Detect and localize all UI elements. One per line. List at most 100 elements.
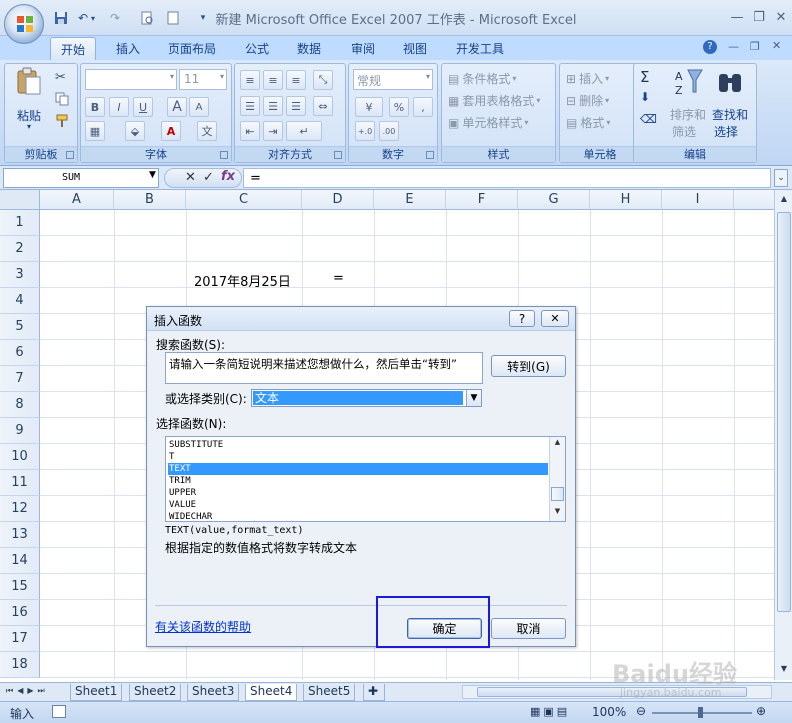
- row-header[interactable]: 10: [0, 444, 40, 470]
- scroll-up-icon[interactable]: ▲: [776, 190, 792, 208]
- find-select-label-2[interactable]: 选择: [714, 123, 738, 140]
- function-list[interactable]: SUBSTITUTE T TEXT TRIM UPPER VALUE WIDEC…: [165, 436, 566, 522]
- select-all-corner[interactable]: [0, 190, 40, 210]
- column-header[interactable]: I: [662, 190, 734, 210]
- conditional-format-button[interactable]: ▤ 条件格式 ▾: [448, 70, 516, 87]
- zoom-in-icon[interactable]: ⊕: [756, 704, 766, 718]
- dialog-close-button[interactable]: ✕: [541, 310, 569, 327]
- cell-c3[interactable]: 2017年8月25日: [194, 271, 291, 290]
- column-header[interactable]: A: [40, 190, 114, 210]
- italic-button[interactable]: I: [109, 97, 129, 117]
- minimize-window-button[interactable]: —: [726, 8, 748, 26]
- align-left-icon[interactable]: ☰: [240, 96, 260, 116]
- column-header[interactable]: G: [518, 190, 590, 210]
- column-header[interactable]: E: [374, 190, 446, 210]
- row-header[interactable]: 15: [0, 574, 40, 600]
- office-button[interactable]: [4, 4, 44, 44]
- function-list-scrollbar[interactable]: ▲ ▼: [549, 437, 565, 521]
- row-header[interactable]: 11: [0, 470, 40, 496]
- vertical-scrollbar[interactable]: ▲ ▼: [774, 190, 792, 680]
- sheet-tab[interactable]: Sheet5: [303, 684, 356, 701]
- font-color-button[interactable]: A: [161, 121, 181, 141]
- sheet-tab[interactable]: Sheet2: [129, 684, 182, 701]
- align-top-icon[interactable]: ≡: [240, 70, 260, 90]
- row-header[interactable]: 9: [0, 418, 40, 444]
- row-header[interactable]: 18: [0, 652, 40, 678]
- find-select-label-1[interactable]: 查找和: [712, 106, 748, 123]
- function-item[interactable]: TRIM: [168, 475, 548, 487]
- column-header[interactable]: H: [590, 190, 662, 210]
- align-bottom-icon[interactable]: ≡: [286, 70, 306, 90]
- copy-icon[interactable]: [55, 92, 69, 106]
- insert-sheet-icon[interactable]: ✚: [363, 684, 385, 701]
- column-header[interactable]: B: [114, 190, 186, 210]
- formula-input[interactable]: =: [243, 168, 771, 188]
- row-header[interactable]: 2: [0, 236, 40, 262]
- close-window-button[interactable]: ✕: [770, 8, 792, 26]
- search-function-input[interactable]: 请输入一条简短说明来描述您想做什么，然后单击“转到”: [165, 352, 483, 384]
- tab-developer[interactable]: 开发工具: [446, 37, 514, 60]
- list-scroll-down-icon[interactable]: ▼: [550, 507, 565, 519]
- zoom-out-icon[interactable]: ⊖: [636, 704, 646, 718]
- number-format-combo[interactable]: 常规 ▾: [353, 69, 433, 90]
- row-header[interactable]: 17: [0, 626, 40, 652]
- grow-font-button[interactable]: A: [167, 97, 187, 117]
- row-header[interactable]: 4: [0, 288, 40, 314]
- cell-styles-button[interactable]: ▣ 单元格样式 ▾: [448, 114, 528, 131]
- font-launcher-icon[interactable]: [220, 151, 228, 159]
- row-header[interactable]: 5: [0, 314, 40, 340]
- row-header[interactable]: 7: [0, 366, 40, 392]
- function-item[interactable]: SUBSTITUTE: [168, 439, 548, 451]
- scroll-down-icon[interactable]: ▼: [776, 660, 792, 678]
- increase-indent-icon[interactable]: ⇥: [263, 121, 283, 141]
- category-select[interactable]: 文本 ▼: [251, 389, 482, 407]
- delete-cells-button[interactable]: ⊟ 删除 ▾: [566, 92, 609, 109]
- row-header[interactable]: 13: [0, 522, 40, 548]
- cancel-button[interactable]: 取消: [491, 618, 566, 639]
- row-header[interactable]: 16: [0, 600, 40, 626]
- function-item[interactable]: WIDECHAR: [168, 511, 548, 523]
- clear-icon[interactable]: ⌫: [640, 112, 657, 126]
- decrease-decimal-icon[interactable]: .00: [379, 121, 399, 141]
- scroll-thumb[interactable]: [777, 212, 791, 612]
- decrease-indent-icon[interactable]: ⇤: [240, 121, 260, 141]
- fill-color-icon[interactable]: ⬙: [125, 121, 145, 141]
- paste-dropdown-icon[interactable]: ▾: [27, 122, 31, 131]
- format-painter-icon[interactable]: [55, 114, 69, 128]
- align-right-icon[interactable]: ☰: [286, 96, 306, 116]
- cancel-formula-button[interactable]: ✕: [185, 170, 196, 185]
- increase-decimal-icon[interactable]: +.0: [355, 121, 375, 141]
- dialog-help-button[interactable]: ?: [509, 310, 535, 327]
- zoom-level[interactable]: 100%: [592, 705, 626, 719]
- merge-center-icon[interactable]: ⇔: [313, 96, 333, 116]
- tab-insert[interactable]: 插入: [106, 37, 150, 60]
- sheet-tab-active[interactable]: Sheet4: [245, 684, 298, 701]
- clipboard-launcher-icon[interactable]: [66, 151, 74, 159]
- restore-window-button[interactable]: ❐: [748, 8, 770, 26]
- align-middle-icon[interactable]: ≡: [263, 70, 283, 90]
- function-item[interactable]: T: [168, 451, 548, 463]
- function-item[interactable]: VALUE: [168, 499, 548, 511]
- sort-filter-label-1[interactable]: 排序和: [670, 106, 706, 123]
- percent-button[interactable]: %: [389, 97, 409, 117]
- list-scroll-up-icon[interactable]: ▲: [550, 438, 565, 450]
- cell-d3[interactable]: =: [333, 271, 344, 286]
- name-box-dropdown-icon[interactable]: ▼: [149, 170, 156, 180]
- tab-page-layout[interactable]: 页面布局: [158, 37, 226, 60]
- row-header[interactable]: 3: [0, 262, 40, 288]
- tab-review[interactable]: 审阅: [341, 37, 385, 60]
- paste-icon[interactable]: [15, 67, 45, 96]
- autosum-button[interactable]: Σ: [640, 68, 649, 86]
- sheet-tab[interactable]: Sheet1: [70, 684, 123, 701]
- font-size-combo[interactable]: 11 ▾: [179, 69, 227, 90]
- ribbon-restore-icon[interactable]: ❐: [750, 40, 760, 53]
- row-header[interactable]: 12: [0, 496, 40, 522]
- shrink-font-button[interactable]: A: [189, 97, 209, 117]
- help-icon[interactable]: ?: [703, 40, 717, 54]
- column-header[interactable]: F: [446, 190, 518, 210]
- row-header[interactable]: 8: [0, 392, 40, 418]
- category-dropdown-icon[interactable]: ▼: [466, 390, 481, 406]
- font-name-combo[interactable]: ▾: [85, 69, 177, 90]
- bold-button[interactable]: B: [85, 97, 105, 117]
- column-header[interactable]: D: [302, 190, 374, 210]
